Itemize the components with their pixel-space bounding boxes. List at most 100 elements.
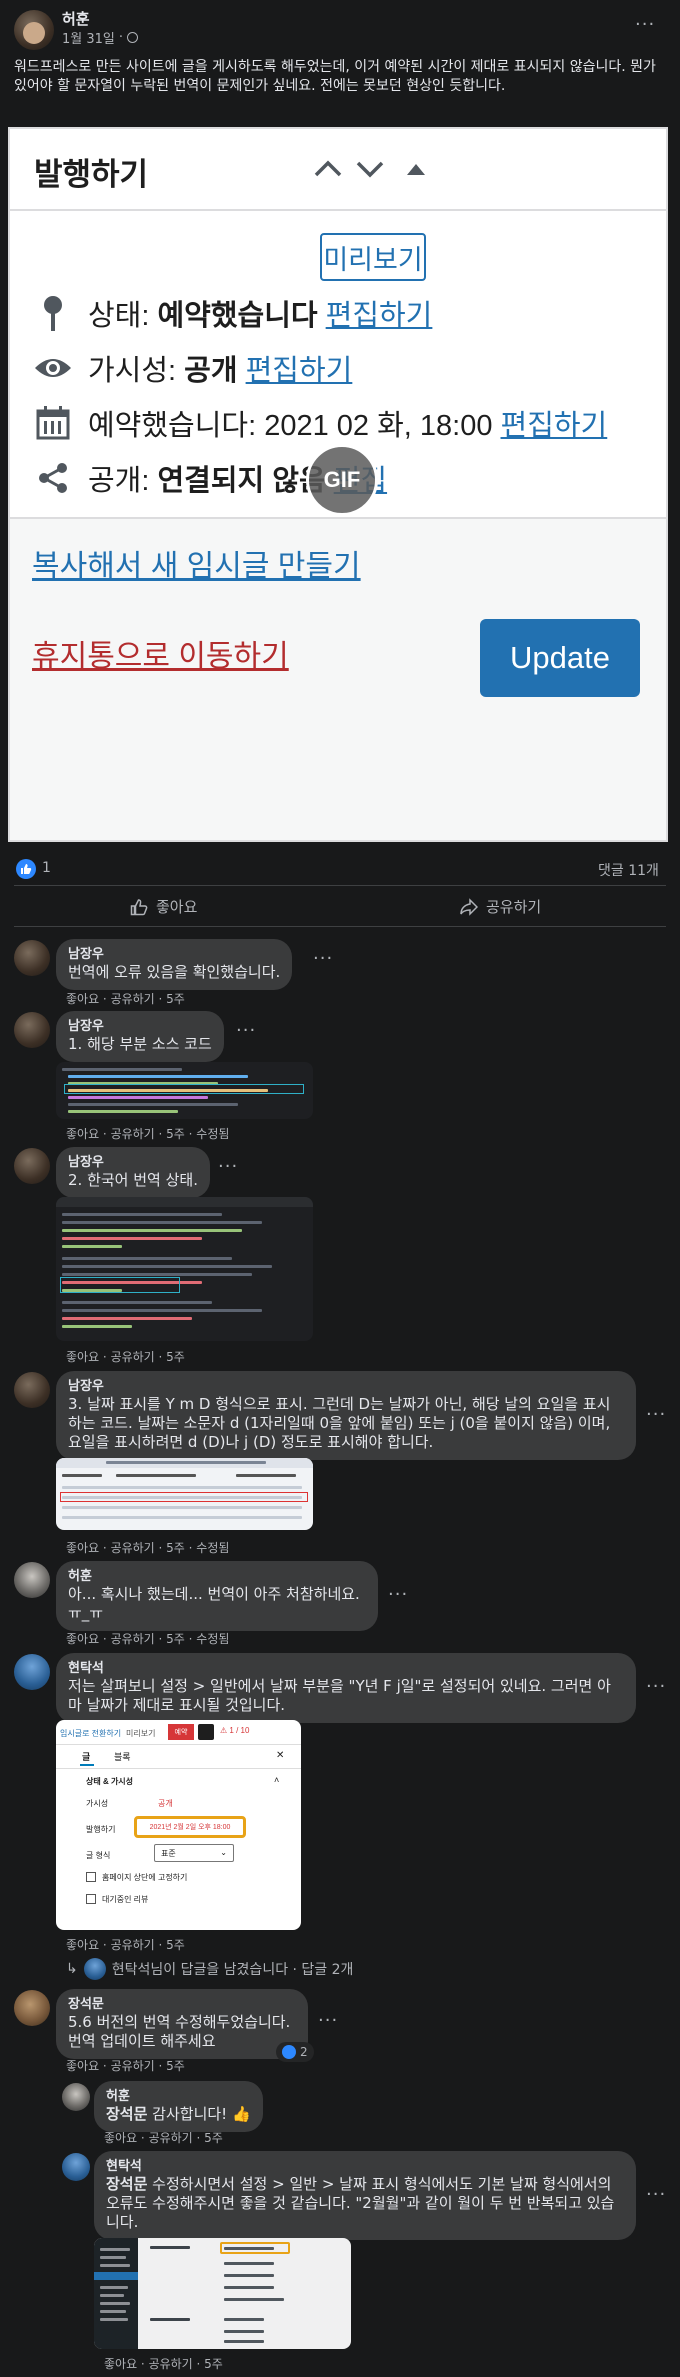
commenter-name[interactable]: 장석문: [68, 1997, 296, 2013]
replier-avatar[interactable]: [62, 2153, 90, 2181]
ss-tab-post: 글: [82, 1752, 91, 1762]
ss-close-icon: ✕: [276, 1750, 285, 1761]
replier-name[interactable]: 허훈: [106, 2089, 251, 2105]
pin-icon: [32, 292, 74, 334]
gif-badge[interactable]: GIF: [306, 444, 378, 516]
ss-tab-preview: 미리보기: [126, 1729, 156, 1738]
wp-visibility-edit-link[interactable]: 편집하기: [246, 355, 353, 387]
comment-image-settings-screenshot[interactable]: 임시글로 전환하기 미리보기 예약 ⚠ 1 / 10 글 블록 ✕ 상태 & 가…: [56, 1720, 301, 1930]
share-nodes-icon: [32, 457, 74, 499]
comment-image-source-code[interactable]: [56, 1062, 313, 1119]
ss-sticky-label: 홈페이지 상단에 고정하기: [102, 1873, 188, 1882]
commenter-avatar[interactable]: [14, 940, 50, 976]
comment-actions[interactable]: 좋아요 · 공유하기 · 5주 · 수정됨: [66, 1125, 229, 1142]
calendar-icon: [32, 402, 74, 444]
comment-more-button[interactable]: ···: [388, 1584, 408, 1605]
comment-more-button[interactable]: ···: [318, 2010, 338, 2031]
reply-bubble: 현탁석 장석문 수정하시면서 설정 > 일반 > 날짜 표시 형식에서도 기본 …: [94, 2151, 636, 2240]
highlight-box: [60, 1492, 308, 1502]
comment-reaction-badge[interactable]: 2: [276, 2042, 314, 2062]
comment-more-button[interactable]: ···: [313, 948, 333, 969]
commenter-avatar[interactable]: [14, 1562, 50, 1598]
ss-pending-checkbox: [86, 1894, 96, 1904]
reply-actions[interactable]: 좋아요 · 공유하기 · 5주: [104, 2129, 223, 2146]
commenter-name[interactable]: 허훈: [68, 1569, 366, 1585]
commenter-avatar[interactable]: [14, 1148, 50, 1184]
post-more-button[interactable]: ···: [635, 14, 655, 35]
commenter-avatar[interactable]: [14, 1654, 50, 1690]
commenter-name[interactable]: 남장우: [68, 1019, 212, 1035]
ss-publish-label: 발행하기: [86, 1825, 116, 1834]
ss-visibility-value: 공개: [158, 1799, 173, 1808]
replier-name[interactable]: 현탁석: [106, 2159, 624, 2175]
commenter-name[interactable]: 남장우: [68, 947, 280, 963]
comment-bubble: 남장우 2. 한국어 번역 상태.: [56, 1147, 210, 1198]
comment-actions[interactable]: 좋아요 · 공유하기 · 5주 · 수정됨: [66, 1539, 229, 1556]
reply-mention[interactable]: 장석문: [106, 2105, 147, 2123]
commenter-name[interactable]: 현탁석: [68, 1661, 624, 1677]
comment-text: 번역에 오류 있음을 확인했습니다.: [68, 963, 281, 981]
comment-bubble: 장석문 5.6 버전의 번역 수정해두었습니다. 번역 업데이트 해주세요: [56, 1989, 308, 2059]
ss-format-select: 표준 ⌄: [154, 1844, 234, 1862]
comment-more-button[interactable]: ···: [236, 1020, 256, 1041]
share-button-label: 공유하기: [486, 898, 542, 916]
comment-bubble: 현탁석 저는 살펴보니 설정 > 일반에서 날짜 부분을 "Y년 F j일"로 …: [56, 1653, 636, 1723]
replies-summary-text: 현탁석님이 답글을 남겼습니다 · 답글 2개: [111, 1962, 354, 1978]
comment-actions[interactable]: 좋아요 · 공유하기 · 5주: [66, 990, 185, 1007]
ss-tab-schedule: 예약: [168, 1724, 194, 1740]
post-author-name[interactable]: 허훈: [62, 8, 90, 29]
wp-preview-button[interactable]: 미리보기: [320, 233, 426, 281]
reply-text: 감사합니다! 👍: [147, 2105, 251, 2123]
post-image-wp-publish-panel[interactable]: 발행하기 미리보기 상태: 예약했습니다 편집하기 가시성: 공개 편집하기 예…: [8, 127, 668, 842]
comment-actions[interactable]: 좋아요 · 공유하기 · 5주: [66, 1936, 185, 1953]
wp-schedule-row: 예약했습니다: 2021 02 화, 18:00 편집하기: [32, 402, 607, 444]
commenter-avatar[interactable]: [14, 1372, 50, 1408]
post-date[interactable]: 1월 31일 ·: [62, 28, 139, 47]
comment-actions[interactable]: 좋아요 · 공유하기 · 5주: [66, 2057, 185, 2074]
replier-avatar[interactable]: [62, 2083, 90, 2111]
post-text: 워드프레스로 만든 사이트에 글을 게시하도록 해두었는데, 이거 예약된 시간…: [14, 59, 656, 94]
like-count[interactable]: 1: [42, 860, 51, 876]
comment-text: 아... 혹시나 했는데... 번역이 아주 처참하네요. ㅠ_ㅠ: [68, 1585, 360, 1622]
commenter-avatar[interactable]: [14, 1012, 50, 1048]
comment-text: 저는 살펴보니 설정 > 일반에서 날짜 부분을 "Y년 F j일"로 설정되어…: [68, 1677, 611, 1714]
like-button[interactable]: 좋아요: [130, 896, 197, 917]
wp-status-edit-link[interactable]: 편집하기: [326, 300, 433, 332]
reply-mention[interactable]: 장석문: [106, 2175, 147, 2193]
wp-update-button[interactable]: Update: [480, 619, 640, 697]
eye-icon: [32, 347, 74, 389]
comment-bubble: 남장우 1. 해당 부분 소스 코드: [56, 1011, 224, 1062]
comment-more-button[interactable]: ···: [646, 1404, 666, 1425]
reply-actions[interactable]: 좋아요 · 공유하기 · 5주: [104, 2355, 223, 2372]
comment-bubble: 남장우 번역에 오류 있음을 확인했습니다.: [56, 939, 293, 990]
comment-more-button[interactable]: ···: [646, 1676, 666, 1697]
post-date-sep: ·: [118, 30, 124, 45]
ss-gear-icon: [198, 1724, 214, 1740]
comment-more-button[interactable]: ···: [218, 1156, 238, 1177]
wp-trash-link[interactable]: 휴지통으로 이동하기: [32, 631, 289, 675]
share-button[interactable]: 공유하기: [460, 896, 541, 917]
comment-actions[interactable]: 좋아요 · 공유하기 · 5주: [66, 1348, 185, 1365]
commenter-name[interactable]: 남장우: [68, 1155, 198, 1171]
commenter-name[interactable]: 남장우: [68, 1379, 624, 1395]
comment-actions[interactable]: 좋아요 · 공유하기 · 5주 · 수정됨: [66, 1630, 229, 1647]
reply-avatar: [83, 1958, 106, 1980]
comment-bubble: 허훈 아... 혹시나 했는데... 번역이 아주 처참하네요. ㅠ_ㅠ: [56, 1561, 378, 1631]
wp-copy-draft-link[interactable]: 복사해서 새 임시글 만들기: [32, 541, 361, 585]
comment-image-translation[interactable]: [56, 1197, 313, 1341]
reply-more-button[interactable]: ···: [646, 2184, 666, 2205]
commenter-avatar[interactable]: [14, 1990, 50, 2026]
wp-schedule-edit-link[interactable]: 편집하기: [501, 410, 608, 442]
wp-share-value: 연결되지 않음: [157, 465, 326, 497]
author-avatar[interactable]: [14, 10, 54, 50]
replies-summary[interactable]: ↳ 현탁석님이 답글을 남겼습니다 · 답글 2개: [66, 1958, 353, 1980]
reply-arrow-icon: ↳: [66, 1961, 78, 1977]
reply-image-date-settings[interactable]: [94, 2238, 351, 2349]
reaction-count: 2: [300, 2045, 308, 2059]
comment-count[interactable]: 댓글 11개: [598, 860, 659, 880]
like-reaction-icon[interactable]: [16, 859, 36, 879]
divider: [14, 926, 666, 927]
globe-icon: [127, 32, 139, 43]
comment-image-date-format-table[interactable]: [56, 1458, 313, 1530]
chevron-down-icon: [352, 151, 388, 187]
